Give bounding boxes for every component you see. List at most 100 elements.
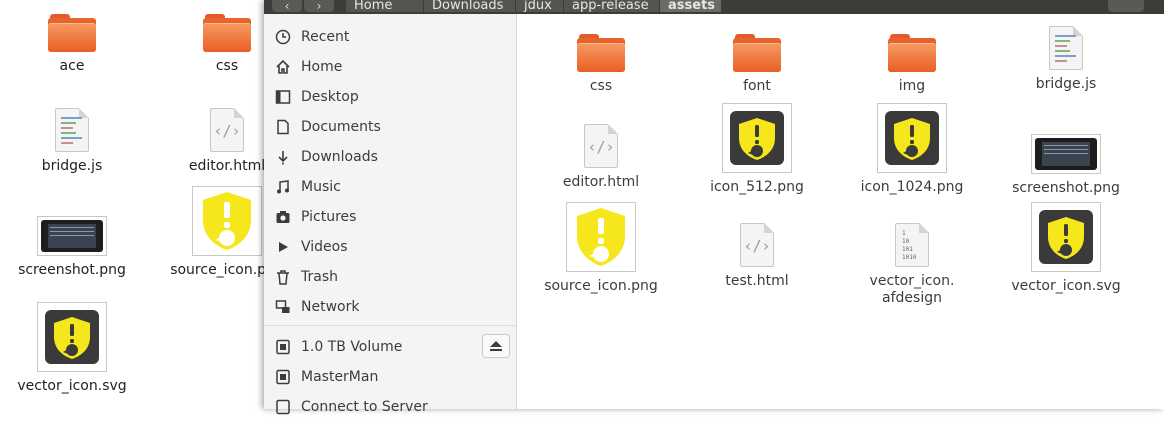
chevron-right-icon: ›	[316, 0, 322, 13]
breadcrumb-label: Home	[354, 0, 393, 13]
breadcrumb-assets[interactable]: assets	[660, 0, 722, 13]
sidebar-item-label: Pictures	[301, 209, 357, 225]
shield-image-icon	[192, 186, 262, 256]
screenshot-thumbnail-icon	[1031, 134, 1101, 174]
sidebar-item-network[interactable]: Network	[264, 292, 516, 322]
script-file-icon	[1049, 26, 1083, 70]
sidebar-item-label: MasterMan	[301, 369, 379, 385]
breadcrumb-downloads[interactable]: Downloads	[424, 0, 516, 13]
places-sidebar: Recent Home Desktop Documents Downloads …	[264, 14, 517, 415]
desktop-item-screenshot[interactable]: screenshot.png	[7, 216, 137, 279]
folder-icon	[203, 14, 251, 52]
sidebar-item-pictures[interactable]: Pictures	[264, 202, 516, 232]
file-manager-window: ‹ › Home Downloads jdux app-release asse…	[264, 0, 1164, 415]
clock-icon	[274, 28, 292, 46]
sidebar-item-label: Documents	[301, 119, 381, 135]
drive-icon	[274, 338, 292, 356]
chevron-left-icon: ‹	[284, 0, 290, 13]
sidebar-item-recent[interactable]: Recent	[264, 22, 516, 52]
sidebar-item-label: 1.0 TB Volume	[301, 339, 403, 355]
shield-image-icon	[566, 202, 636, 272]
sidebar-item-label: Recent	[301, 29, 350, 45]
desktop-item-label: screenshot.png	[18, 262, 126, 278]
sidebar-item-videos[interactable]: Videos	[264, 232, 516, 262]
file-item-label: css	[589, 78, 613, 94]
sidebar-item-label: Downloads	[301, 149, 378, 165]
file-item-icon-512[interactable]: icon_512.png	[692, 103, 822, 196]
folder-icon	[577, 34, 625, 72]
file-item-img[interactable]: img	[847, 34, 977, 95]
sidebar-item-desktop[interactable]: Desktop	[264, 82, 516, 112]
shield-image-icon	[722, 103, 792, 173]
header-bar: ‹ › Home Downloads jdux app-release asse…	[264, 0, 1164, 14]
file-item-source-icon[interactable]: source_icon.png	[536, 202, 666, 295]
file-item-screenshot[interactable]: screenshot.png	[1001, 134, 1131, 197]
desktop-item-bridge-js[interactable]: bridge.js	[7, 108, 137, 175]
file-item-font[interactable]: font	[692, 34, 822, 95]
file-item-label: icon_512.png	[710, 179, 804, 195]
network-icon	[274, 298, 292, 316]
shield-image-icon	[877, 103, 947, 173]
shield-image-icon	[1031, 202, 1101, 272]
server-icon	[274, 398, 292, 416]
sidebar-item-label: Desktop	[301, 89, 359, 105]
sidebar-item-documents[interactable]: Documents	[264, 112, 516, 142]
sidebar-item-home[interactable]: Home	[264, 52, 516, 82]
sidebar-item-music[interactable]: Music	[264, 172, 516, 202]
sidebar-item-1tb-volume[interactable]: 1.0 TB Volume	[264, 332, 516, 362]
download-icon	[274, 148, 292, 166]
sidebar-item-trash[interactable]: Trash	[264, 262, 516, 292]
file-item-label: vector_icon. afdesign	[869, 273, 955, 306]
desktop-item-label: vector_icon.svg	[17, 378, 127, 394]
breadcrumb-app-release[interactable]: app-release	[564, 0, 660, 13]
breadcrumb-jdux[interactable]: jdux	[516, 0, 564, 13]
forward-button[interactable]: ›	[304, 0, 334, 13]
menu-button[interactable]	[1108, 0, 1144, 12]
sidebar-item-label: Videos	[301, 239, 348, 255]
sidebar-item-label: Network	[301, 299, 360, 315]
sidebar-item-label: Music	[301, 179, 341, 195]
file-item-label: test.html	[725, 273, 789, 289]
back-button[interactable]: ‹	[272, 0, 302, 13]
breadcrumb-label: app-release	[572, 0, 649, 13]
sidebar-item-downloads[interactable]: Downloads	[264, 142, 516, 172]
video-icon	[274, 238, 292, 256]
file-item-icon-1024[interactable]: icon_1024.png	[847, 103, 977, 196]
binary-file-icon: 1 10 101 1010	[895, 223, 929, 267]
file-item-bridge-js[interactable]: bridge.js	[1001, 26, 1131, 93]
file-icon-view: css font img bridge.js ‹/› editor.html i…	[517, 14, 1164, 409]
camera-icon	[274, 208, 292, 226]
desktop-item-label: bridge.js	[41, 158, 103, 174]
file-item-css[interactable]: css	[536, 34, 666, 95]
sidebar-item-label: Trash	[301, 269, 338, 285]
file-item-label: img	[898, 78, 926, 94]
eject-icon	[489, 337, 503, 356]
eject-button[interactable]	[482, 334, 510, 358]
trash-icon	[274, 268, 292, 286]
file-item-vector-icon-afdesign[interactable]: 1 10 101 1010 vector_icon. afdesign	[847, 223, 977, 307]
file-item-label: screenshot.png	[1012, 180, 1120, 196]
sidebar-item-label: Connect to Server	[301, 399, 428, 415]
breadcrumb-label: assets	[668, 0, 716, 13]
breadcrumb-label: Downloads	[432, 0, 504, 13]
sidebar-divider	[264, 325, 516, 326]
shield-image-icon	[37, 302, 107, 372]
folder-icon	[48, 14, 96, 52]
sidebar-item-label: Home	[301, 59, 343, 75]
desktop-item-vector-icon[interactable]: vector_icon.svg	[7, 302, 137, 395]
html-file-icon: ‹/›	[210, 108, 244, 152]
file-item-test-html[interactable]: ‹/› test.html	[692, 223, 822, 290]
document-icon	[274, 118, 292, 136]
folder-icon	[888, 34, 936, 72]
html-file-icon: ‹/›	[584, 124, 618, 168]
breadcrumb-home[interactable]: Home	[346, 0, 424, 13]
desktop-area: ace css bridge.js ‹/› editor.html screen…	[0, 0, 284, 409]
file-item-vector-icon-svg[interactable]: vector_icon.svg	[1001, 202, 1131, 295]
sidebar-item-masterman[interactable]: MasterMan	[264, 362, 516, 392]
desktop-item-ace[interactable]: ace	[7, 14, 137, 75]
screenshot-thumbnail-icon	[37, 216, 107, 256]
file-item-editor-html[interactable]: ‹/› editor.html	[536, 124, 666, 191]
music-icon	[274, 178, 292, 196]
sidebar-item-connect-to-server[interactable]: Connect to Server	[264, 392, 516, 422]
file-item-label: icon_1024.png	[860, 179, 964, 195]
